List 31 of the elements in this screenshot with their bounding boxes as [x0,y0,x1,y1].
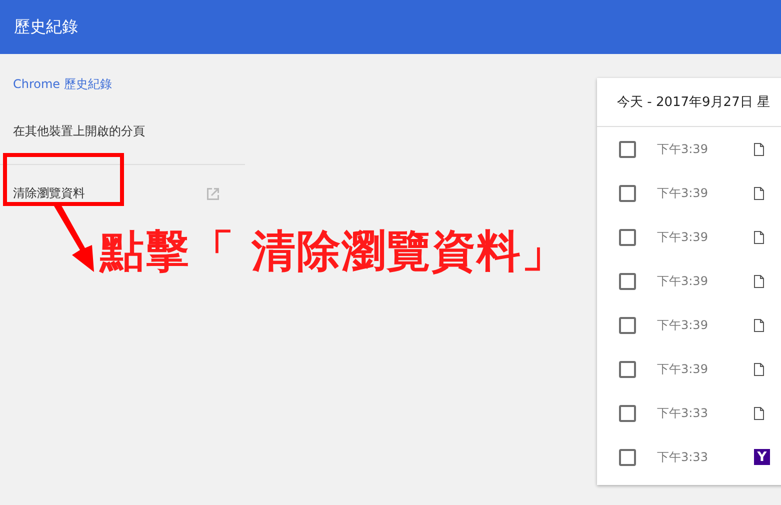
checkbox[interactable] [619,360,636,378]
checkbox[interactable] [619,184,636,202]
page-icon [754,406,764,420]
visit-time: 下午3:39 [657,184,709,202]
annotation-text: 點擊「 清除瀏覽資料」 [100,225,566,279]
page-icon [754,230,764,244]
external-link-icon [205,186,221,202]
visit-time: 下午3:39 [657,360,709,378]
page-title: 歷史紀錄 [14,16,78,38]
checkbox[interactable] [619,404,636,422]
sidebar-item[interactable]: 在其他裝置上開啟的分頁 [0,119,245,144]
checkbox[interactable] [619,448,636,466]
page-icon [754,142,764,156]
checkbox[interactable] [619,228,636,246]
visit-time: 下午3:39 [657,140,709,158]
page-icon [754,318,764,332]
page-icon [754,186,764,200]
checkbox[interactable] [619,316,636,334]
visit-time: 下午3:39 [657,316,709,334]
visit-time: 下午3:33 [657,404,709,422]
checkbox[interactable] [619,272,636,290]
visit-time: 下午3:39 [657,272,709,290]
page-icon [754,362,764,376]
checkbox[interactable] [619,140,636,158]
clear-browsing-data-link[interactable]: 清除瀏覽資料 [13,185,85,202]
visit-time: 下午3:33 [657,448,709,466]
site-favicon: Y [754,449,770,465]
sidebar-item[interactable]: Chrome 歷史紀錄 [0,72,245,97]
visit-time: 下午3:39 [657,228,709,246]
date-heading: 今天 - 2017年9月27日 星 [617,94,770,111]
page-icon [754,274,764,288]
